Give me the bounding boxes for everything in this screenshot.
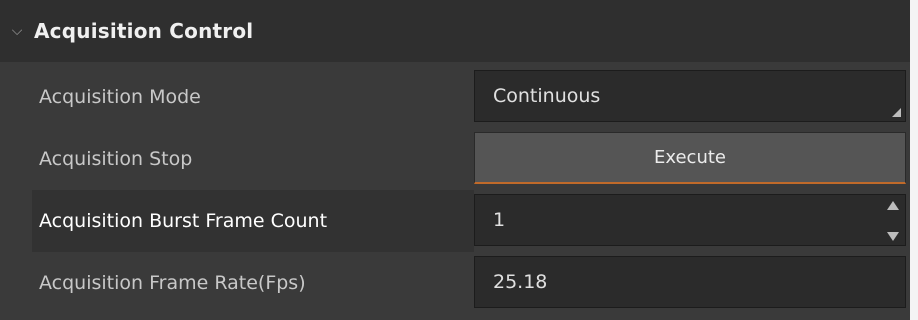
label-cell: Acquisition Stop	[32, 128, 474, 190]
label-cell: Acquisition Burst Frame Count	[32, 190, 474, 252]
row-acquisition-burst-frame-count: Acquisition Burst Frame Count 1	[0, 190, 910, 252]
spin-down-icon[interactable]	[887, 232, 899, 241]
spin-up-icon[interactable]	[887, 201, 899, 210]
frame-rate-value: 25.18	[493, 271, 548, 293]
row-acquisition-mode: Acquisition Mode Continuous	[0, 66, 910, 128]
property-label: Acquisition Frame Rate(Fps)	[39, 272, 306, 294]
burst-frame-count-spinbox[interactable]: 1	[474, 194, 906, 246]
label-cell: Acquisition Mode	[32, 66, 474, 128]
property-label: Acquisition Stop	[39, 148, 193, 170]
property-label: Acquisition Burst Frame Count	[39, 210, 328, 232]
group-header-acquisition-control[interactable]: ⌵ Acquisition Control	[0, 0, 910, 62]
spin-buttons	[885, 201, 901, 241]
combobox-value: Continuous	[493, 85, 601, 107]
label-cell: Acquisition Frame Rate(Fps)	[32, 252, 474, 314]
group-title: Acquisition Control	[34, 19, 254, 43]
spinbox-value: 1	[493, 209, 506, 231]
acquisition-mode-combobox[interactable]: Continuous	[474, 70, 906, 122]
execute-button[interactable]: Execute	[474, 132, 906, 184]
properties-panel: ⌵ Acquisition Control Acquisition Mode C…	[0, 0, 910, 320]
row-acquisition-stop: Acquisition Stop Execute	[0, 128, 910, 190]
frame-rate-field[interactable]: 25.18	[474, 256, 906, 308]
property-label: Acquisition Mode	[39, 86, 201, 108]
chevron-down-icon[interactable]: ⌵	[0, 23, 34, 39]
row-acquisition-frame-rate: Acquisition Frame Rate(Fps) 25.18	[0, 252, 910, 314]
dropdown-corner-icon[interactable]	[892, 108, 901, 117]
